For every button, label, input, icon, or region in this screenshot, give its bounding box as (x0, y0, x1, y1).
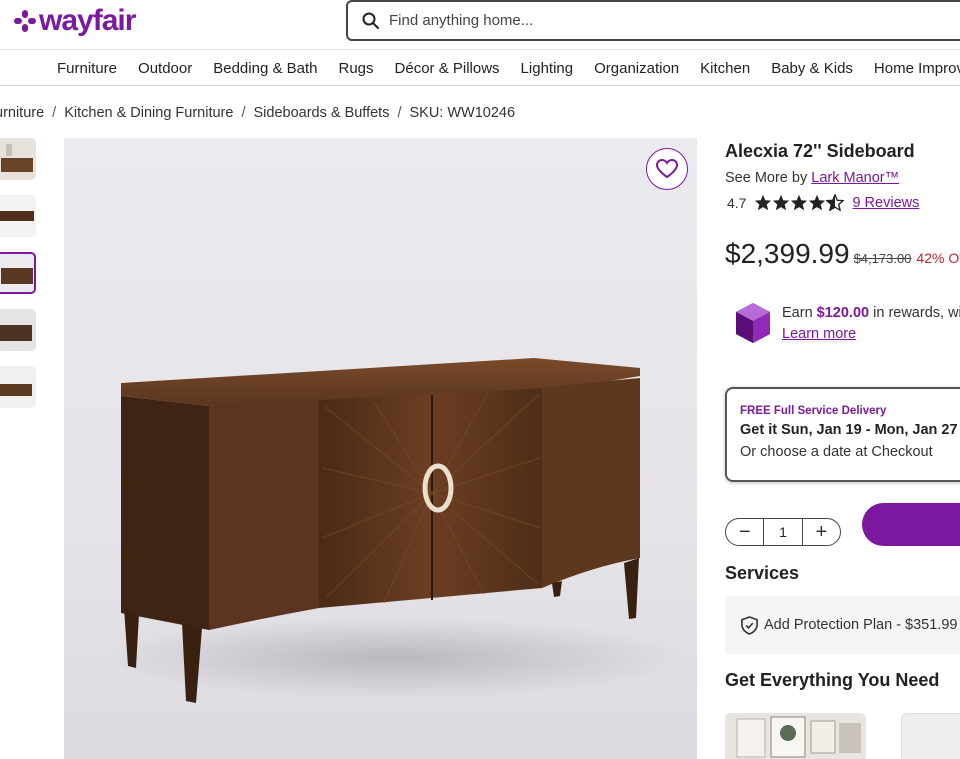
delivery-card[interactable]: FREE Full Service Delivery Get it Sun, J… (725, 387, 960, 482)
delivery-prefix: Get it (740, 422, 778, 438)
delivery-alt: Or choose a date at Checkout (740, 444, 933, 460)
services-heading: Services (725, 563, 800, 583)
star-icon (809, 194, 826, 211)
delivery-tag: FREE Full Service Delivery (740, 405, 887, 417)
rewards-banner: Earn $120.00 in rewards, wit Learn more (735, 302, 960, 346)
logo-text: wayfair (39, 4, 136, 37)
thumbnail-3[interactable] (0, 252, 36, 294)
favorite-button[interactable] (646, 148, 688, 190)
room-photo (725, 713, 866, 759)
rewards-earn: Earn (782, 305, 813, 321)
category-nav: Furniture Outdoor Bedding & Bath Rugs Dé… (0, 51, 960, 86)
search-icon (362, 12, 379, 29)
gem-icon (736, 303, 770, 343)
rewards-text: Earn $120.00 in rewards, wit (782, 305, 960, 321)
breadcrumb: urniture / Kitchen & Dining Furniture / Side… (0, 105, 515, 121)
search-bar[interactable] (346, 0, 960, 41)
thumbnail-strip (0, 138, 36, 423)
quantity-stepper: − 1 + (725, 518, 841, 546)
nav-decor-pillows[interactable]: Décor & Pillows (395, 60, 500, 77)
learn-more-link[interactable]: Learn more (782, 326, 856, 342)
nav-furniture[interactable]: Furniture (57, 60, 117, 77)
increase-quantity-button[interactable]: + (803, 519, 840, 545)
heart-icon (656, 159, 678, 179)
star-icon (755, 194, 772, 211)
thumbnail-2[interactable] (0, 195, 36, 237)
sideboard-image (104, 358, 684, 703)
breadcrumb-sideboards[interactable]: Sideboards & Buffets (253, 105, 389, 121)
nav-bedding-bath[interactable]: Bedding & Bath (213, 60, 317, 77)
price-row: $2,399.99 $4,173.00 42% Off (725, 238, 960, 270)
product-title: Alecxia 72'' Sideboard (725, 141, 915, 161)
rewards-amount: $120.00 (816, 305, 870, 321)
nav-organization[interactable]: Organization (594, 60, 679, 77)
sale-price: $2,399.99 (725, 238, 850, 269)
nav-outdoor[interactable]: Outdoor (138, 60, 192, 77)
nav-baby-kids[interactable]: Baby & Kids (771, 60, 853, 77)
search-input[interactable] (389, 12, 889, 29)
wayfair-logo[interactable]: wayfair (14, 4, 136, 38)
see-more-by: See More by Lark Manor™ (725, 170, 899, 186)
brand-link[interactable]: Lark Manor™ (811, 170, 899, 186)
protection-plan-label: Add Protection Plan - $351.99 (764, 617, 958, 633)
breadcrumb-separator: / (397, 105, 402, 121)
recommendation-card[interactable] (725, 713, 866, 759)
recommendation-card[interactable] (901, 713, 960, 759)
thumbnail-1[interactable] (0, 138, 36, 180)
protection-plan-option[interactable]: Add Protection Plan - $351.99 (725, 596, 960, 654)
breadcrumb-kitchen-dining[interactable]: Kitchen & Dining Furniture (64, 105, 233, 121)
original-price: $4,173.00 (853, 251, 912, 266)
star-icon (773, 194, 790, 211)
header: wayfair (0, 0, 960, 50)
breadcrumb-separator: / (241, 105, 246, 121)
breadcrumb-sku: SKU: WW10246 (409, 105, 516, 121)
quantity-value[interactable]: 1 (763, 519, 803, 545)
discount-badge: 42% Off (916, 250, 960, 266)
rewards-suffix: in rewards, wit (873, 305, 960, 321)
rating-value: 4.7 (727, 194, 747, 211)
delivery-estimate: Get it Sun, Jan 19 - Mon, Jan 27 to 3 (740, 422, 960, 438)
star-icon (791, 194, 808, 211)
thumbnail-5[interactable] (0, 366, 36, 408)
shield-icon (741, 615, 758, 635)
rating-row: 4.7 9 Reviews (727, 194, 919, 211)
add-to-cart-button[interactable] (862, 503, 960, 546)
nav-home-improvement[interactable]: Home Improveme (874, 60, 960, 77)
nav-lighting[interactable]: Lighting (521, 60, 574, 77)
get-everything-heading: Get Everything You Need (725, 670, 940, 690)
thumbnail-4[interactable] (0, 309, 36, 351)
nav-kitchen[interactable]: Kitchen (700, 60, 750, 77)
logo-mark-icon (14, 10, 36, 32)
product-image[interactable] (64, 138, 697, 759)
breadcrumb-furniture[interactable]: urniture (0, 105, 44, 121)
star-rating (754, 194, 845, 211)
see-more-prefix: See More by (725, 170, 808, 186)
nav-rugs[interactable]: Rugs (338, 60, 373, 77)
breadcrumb-separator: / (52, 105, 57, 121)
reviews-link[interactable]: 9 Reviews (852, 195, 919, 211)
delivery-dates: Sun, Jan 19 - Mon, Jan 27 (781, 422, 958, 438)
decrease-quantity-button[interactable]: − (726, 519, 763, 545)
half-star-icon (826, 194, 845, 211)
